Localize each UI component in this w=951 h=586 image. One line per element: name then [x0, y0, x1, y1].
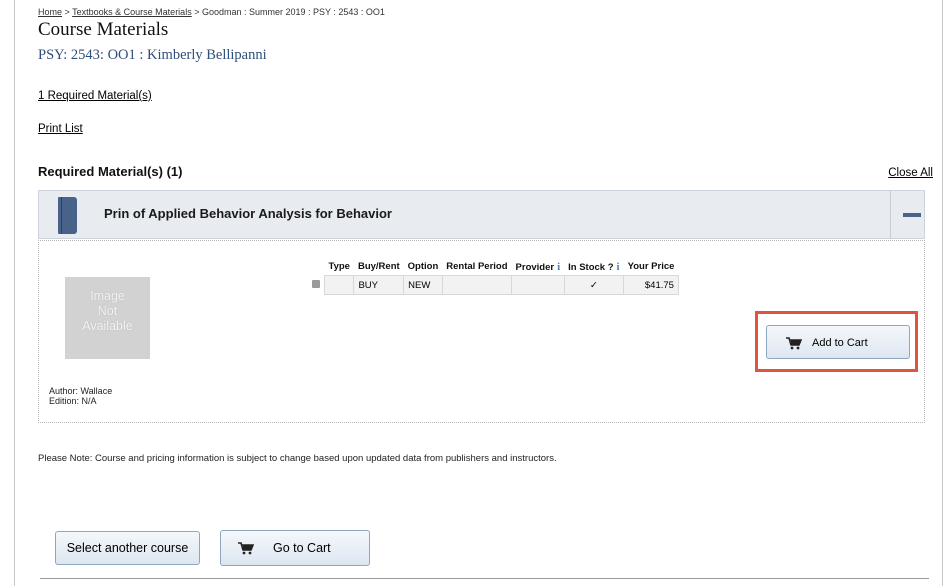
select-another-course-button[interactable]: Select another course	[55, 531, 200, 565]
in-stock-cell: ✓	[563, 275, 624, 295]
rental-period-cell	[441, 275, 512, 295]
checkbox-column-header	[308, 258, 325, 276]
type-cell	[323, 275, 354, 295]
cart-icon	[238, 542, 254, 555]
info-icon[interactable]: i	[557, 261, 560, 273]
select-cell	[308, 276, 325, 295]
header-divider	[890, 191, 891, 238]
author-text: Author: Wallace	[49, 386, 113, 396]
breadcrumb-textbooks-link[interactable]: Textbooks & Course Materials	[72, 7, 192, 17]
placeholder-text: Image	[90, 289, 125, 303]
placeholder-text: Not	[97, 304, 118, 318]
breadcrumb-home-link[interactable]: Home	[38, 7, 62, 17]
table-header-row: Type Buy/Rent Option Rental Period Provi…	[308, 258, 678, 276]
book-icon	[58, 197, 77, 234]
collapse-icon[interactable]	[903, 213, 921, 217]
cart-icon	[786, 337, 802, 350]
required-materials-link[interactable]: 1 Required Material(s)	[38, 90, 152, 102]
bottom-divider	[40, 578, 929, 579]
select-another-course-label: Select another course	[66, 541, 189, 555]
material-options-table: Type Buy/Rent Option Rental Period Provi…	[308, 258, 679, 295]
add-to-cart-button[interactable]: Add to Cart	[766, 325, 910, 359]
close-all-link[interactable]: Close All	[888, 167, 933, 179]
image-not-available-placeholder: Image Not Available	[65, 277, 150, 359]
rental-period-column-header: Rental Period	[446, 261, 508, 272]
table-row: BUY NEW ✓ $41.75	[308, 275, 679, 295]
breadcrumb-separator: >	[64, 7, 70, 17]
pricing-note: Please Note: Course and pricing informat…	[38, 453, 557, 464]
info-icon[interactable]: i	[617, 261, 620, 273]
breadcrumb: Home > Textbooks & Course Materials > Go…	[38, 7, 385, 17]
option-column-header: Option	[407, 261, 439, 272]
buy-rent-cell: BUY	[353, 275, 404, 295]
course-line: PSY: 2543: OO1 : Kimberly Bellipanni	[38, 47, 267, 63]
buy-rent-column-header: Buy/Rent	[357, 261, 400, 272]
breadcrumb-current: Goodman : Summer 2019 : PSY : 2543 : OO1	[202, 7, 385, 17]
option-cell: NEW	[403, 275, 443, 295]
checkbox-icon[interactable]	[312, 279, 320, 288]
breadcrumb-separator: >	[194, 7, 200, 17]
price-cell: $41.75	[623, 275, 679, 295]
material-panel-header[interactable]: Prin of Applied Behavior Analysis for Be…	[38, 190, 925, 239]
print-list-link[interactable]: Print List	[38, 123, 83, 135]
edition-text: Edition: N/A	[49, 396, 97, 406]
section-title: Required Material(s) (1)	[38, 164, 183, 179]
go-to-cart-label: Go to Cart	[273, 541, 331, 555]
placeholder-text: Available	[82, 319, 133, 333]
in-stock-header-label: In Stock ?	[568, 261, 614, 273]
add-to-cart-label: Add to Cart	[812, 337, 868, 349]
type-column-header: Type	[328, 261, 350, 272]
page-title: Course Materials	[38, 19, 169, 40]
material-title: Prin of Applied Behavior Analysis for Be…	[104, 206, 392, 221]
your-price-column-header: Your Price	[627, 261, 675, 272]
provider-cell	[511, 275, 565, 295]
provider-column-header: Provider i	[512, 258, 565, 276]
in-stock-column-header: In Stock ? i	[564, 258, 623, 276]
go-to-cart-button[interactable]: Go to Cart	[220, 530, 370, 566]
provider-header-label: Provider	[515, 261, 555, 273]
